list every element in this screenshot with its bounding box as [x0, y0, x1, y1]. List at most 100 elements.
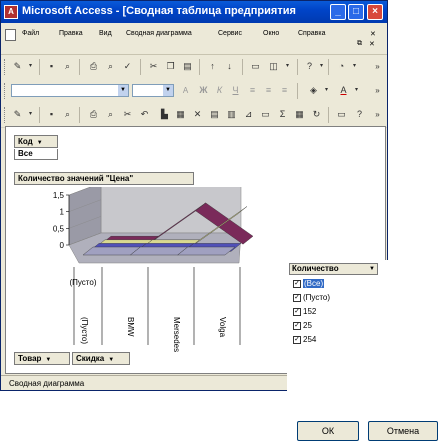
- properties-icon[interactable]: ▭: [249, 60, 262, 73]
- align-left-icon[interactable]: ≡: [246, 84, 259, 97]
- new-object-icon[interactable]: ◫: [267, 60, 280, 73]
- properties-icon[interactable]: ▭: [335, 108, 348, 121]
- doc-close-icon[interactable]: ✕: [370, 30, 376, 38]
- design-view-icon[interactable]: ✎: [11, 108, 24, 121]
- menu-file[interactable]: Файл: [22, 30, 39, 37]
- doc-close-button-icon[interactable]: ✕: [369, 40, 375, 48]
- toolbar-grip[interactable]: [4, 83, 8, 99]
- cut-icon[interactable]: ✂: [147, 60, 160, 73]
- help-dropdown-icon[interactable]: ▾: [315, 60, 328, 73]
- toolbar-options-icon[interactable]: »: [371, 108, 384, 121]
- delete-icon[interactable]: ✕: [191, 108, 204, 121]
- show-top-bottom-icon[interactable]: ▭: [259, 108, 272, 121]
- font-color-dropdown-icon[interactable]: ▾: [350, 84, 363, 97]
- fill-dropdown-icon[interactable]: ▾: [320, 84, 333, 97]
- menu-view[interactable]: Вид: [99, 30, 112, 37]
- chevron-down-icon[interactable]: ▼: [163, 85, 173, 96]
- undo-icon[interactable]: ↶: [138, 108, 151, 121]
- legend-item[interactable]: ✓ (Все): [293, 278, 325, 289]
- align-center-icon[interactable]: ≡: [262, 84, 275, 97]
- toolbar-grip[interactable]: [4, 59, 8, 75]
- menu-window[interactable]: Окно: [263, 30, 279, 37]
- menu-tools[interactable]: Сервис: [218, 30, 242, 37]
- checkbox[interactable]: ✓: [293, 293, 301, 302]
- view-dropdown-icon[interactable]: ▾: [24, 108, 37, 121]
- toolbar-separator: [328, 59, 329, 75]
- refresh-icon[interactable]: ↻: [310, 108, 323, 121]
- chevron-down-icon[interactable]: ▼: [369, 264, 375, 274]
- new-object-dropdown-icon[interactable]: ▾: [281, 60, 294, 73]
- font-name-combo[interactable]: ▼: [11, 84, 129, 97]
- doc-restore-icon[interactable]: ⧉: [357, 40, 362, 48]
- cancel-button[interactable]: Отмена: [368, 421, 438, 441]
- bold-icon[interactable]: Ж: [197, 84, 210, 97]
- field-list-icon[interactable]: ▦: [293, 108, 306, 121]
- maximize-button[interactable]: □: [348, 4, 364, 20]
- paste-icon[interactable]: ▤: [181, 60, 194, 73]
- view-dropdown-icon[interactable]: ▾: [24, 60, 37, 73]
- access-app-icon[interactable]: A: [4, 5, 18, 19]
- toolbar-options-icon[interactable]: »: [371, 60, 384, 73]
- drop-areas-icon[interactable]: ▥: [225, 108, 238, 121]
- menu-help[interactable]: Справка: [298, 30, 325, 37]
- series-field-button[interactable]: Количество ▼: [289, 263, 378, 275]
- print-icon[interactable]: ⎙: [87, 60, 100, 73]
- print-preview-icon[interactable]: ⌕: [104, 108, 117, 121]
- chevron-down-icon[interactable]: ▼: [118, 85, 128, 96]
- checkbox[interactable]: ✓: [293, 307, 301, 316]
- save-icon[interactable]: ▪: [45, 108, 58, 121]
- chevron-down-icon[interactable]: ▼: [45, 357, 51, 363]
- legend-icon[interactable]: ▤: [208, 108, 221, 121]
- office-assistant-icon[interactable]: ◔: [335, 60, 348, 73]
- fill-color-icon[interactable]: ◈: [307, 84, 320, 97]
- copy-icon[interactable]: ❐: [164, 60, 177, 73]
- legend-item-label: 254: [303, 335, 317, 344]
- italic-icon[interactable]: К: [213, 84, 226, 97]
- chevron-down-icon[interactable]: ▼: [37, 140, 43, 146]
- minimize-button[interactable]: _: [330, 4, 346, 20]
- sort-ascending-icon[interactable]: ↑: [206, 60, 219, 73]
- category-field-button[interactable]: Товар ▼: [14, 352, 70, 365]
- title-bar[interactable]: A Microsoft Access - [Сводная таблица пр…: [1, 1, 387, 23]
- print-icon[interactable]: ⎙: [87, 108, 100, 121]
- filter-field-button[interactable]: Код ▼: [14, 135, 58, 148]
- save-icon[interactable]: ▪: [45, 60, 58, 73]
- ok-button[interactable]: ОК: [297, 421, 359, 441]
- category-field-label: Скидка: [76, 354, 105, 363]
- legend-item-label: 25: [303, 321, 312, 330]
- search-icon[interactable]: ⌕: [61, 60, 74, 73]
- toolbar-grip[interactable]: [4, 107, 8, 123]
- underline-icon[interactable]: Ч: [229, 84, 242, 97]
- align-right-icon[interactable]: ≡: [278, 84, 291, 97]
- sort-descending-icon[interactable]: ↓: [223, 60, 236, 73]
- legend-item[interactable]: ✓ 152: [293, 306, 316, 317]
- category-field-button[interactable]: Скидка ▼: [72, 352, 130, 365]
- autocalc-icon[interactable]: Σ: [276, 108, 289, 121]
- font-size-combo[interactable]: ▼: [132, 84, 174, 97]
- design-view-icon[interactable]: ✎: [11, 60, 24, 73]
- toolbar-options-icon[interactable]: »: [371, 84, 384, 97]
- increase-font-icon[interactable]: A: [179, 84, 192, 97]
- checkbox[interactable]: ✓: [293, 335, 301, 344]
- legend-item[interactable]: ✓ 25: [293, 320, 312, 331]
- menu-pivotchart[interactable]: Сводная диаграмма: [126, 30, 192, 37]
- by-row-column-icon[interactable]: ▦: [174, 108, 187, 121]
- autofilter-icon[interactable]: ⊿: [242, 108, 255, 121]
- font-color-icon[interactable]: A: [337, 84, 350, 97]
- help-icon[interactable]: ?: [353, 108, 366, 121]
- chart-type-icon[interactable]: ▙: [158, 108, 171, 121]
- data-field-button[interactable]: Количество значений "Цена": [14, 172, 194, 185]
- assistant-dropdown-icon[interactable]: ▾: [348, 60, 361, 73]
- document-icon[interactable]: [5, 29, 16, 41]
- menu-edit[interactable]: Правка: [59, 30, 83, 37]
- chevron-down-icon[interactable]: ▼: [108, 357, 114, 363]
- cut-icon[interactable]: ✂: [121, 108, 134, 121]
- close-button[interactable]: ×: [367, 4, 383, 20]
- legend-item[interactable]: ✓ 254: [293, 334, 316, 345]
- legend-item[interactable]: ✓ (Пусто): [293, 292, 330, 303]
- checkbox[interactable]: ✓: [293, 279, 301, 288]
- spelling-icon[interactable]: ✓: [121, 60, 134, 73]
- print-preview-icon[interactable]: ⌕: [104, 60, 117, 73]
- checkbox[interactable]: ✓: [293, 321, 301, 330]
- search-icon[interactable]: ⌕: [61, 108, 74, 121]
